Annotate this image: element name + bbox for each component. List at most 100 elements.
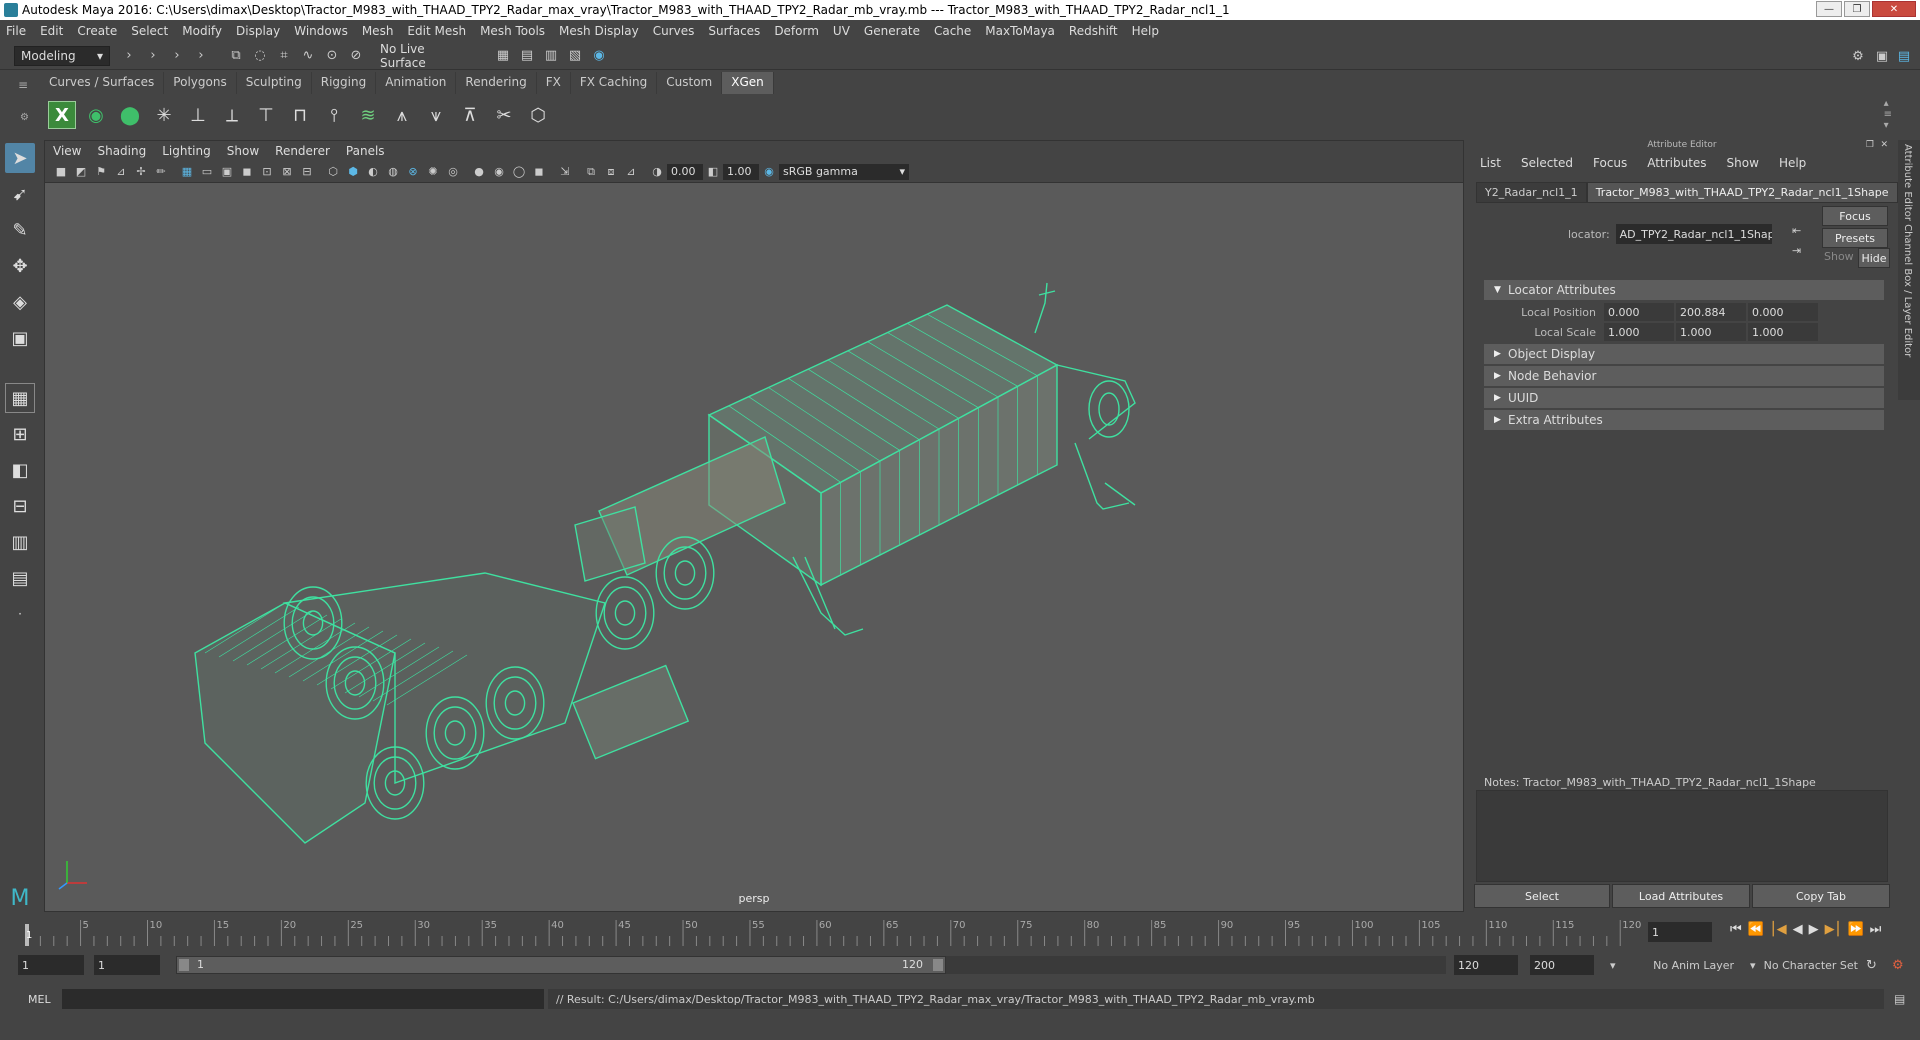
menu-select[interactable]: Select xyxy=(131,24,168,38)
snap-curve-icon[interactable]: ∿ xyxy=(299,47,317,65)
local-scale-y[interactable]: 1.000 xyxy=(1676,323,1746,341)
viewport-panel[interactable]: View Shading Lighting Show Renderer Pane… xyxy=(44,140,1464,912)
render-icon[interactable]: ▤ xyxy=(518,47,536,65)
tab-sculpting[interactable]: Sculpting xyxy=(236,72,312,94)
add-guides-icon[interactable]: ✳ xyxy=(150,101,178,129)
anti-aliasing-icon[interactable]: ◉ xyxy=(491,164,507,180)
section-uuid[interactable]: ▶ UUID xyxy=(1484,388,1884,408)
paint-select-icon[interactable]: ✎ xyxy=(5,215,35,245)
menu-cache[interactable]: Cache xyxy=(934,24,971,38)
step-back-frame-icon[interactable]: ⎮◀ xyxy=(1770,922,1787,937)
sculpt-guide-icon[interactable]: ⫯ xyxy=(320,101,348,129)
color-space-dropdown[interactable]: sRGB gamma ▾ xyxy=(779,163,909,180)
xgen-window-icon[interactable]: X xyxy=(48,101,76,129)
step-forward-key-icon[interactable]: ⏩ xyxy=(1847,922,1863,937)
snap-point-icon[interactable]: ⊙ xyxy=(323,47,341,65)
lasso-icon[interactable]: ◌ xyxy=(251,47,269,65)
close-panel-icon[interactable]: ✕ xyxy=(1880,140,1888,150)
menu-help[interactable]: Help xyxy=(1132,24,1159,38)
time-slider[interactable]: 5 10 15 20 25 30 35 40 45 50 55 60 65 70 75 80 85 90 95 100… xyxy=(0,914,1920,948)
attr-menu-list[interactable]: List xyxy=(1480,156,1501,170)
xgen-preview-icon[interactable]: ◉ xyxy=(82,101,110,129)
auto-key-icon[interactable]: ↻ xyxy=(1866,958,1877,973)
safe-action-icon[interactable]: ⊠ xyxy=(279,164,295,180)
xray-icon[interactable]: ⇲ xyxy=(557,164,573,180)
vp-menu-panels[interactable]: Panels xyxy=(346,144,385,158)
use-lights-icon[interactable]: ⊗ xyxy=(405,164,421,180)
menu-maxtomaya[interactable]: MaxToMaya xyxy=(985,24,1055,38)
grow-guides-icon[interactable]: ⩛ xyxy=(422,101,450,129)
new-scene-icon[interactable]: › xyxy=(144,47,162,65)
menu-surfaces[interactable]: Surfaces xyxy=(708,24,760,38)
menu-uv[interactable]: UV xyxy=(833,24,850,38)
close-button[interactable]: ✕ xyxy=(1872,1,1916,17)
vp-menu-show[interactable]: Show xyxy=(227,144,259,158)
anim-layer-dropdown[interactable]: ▾ No Anim Layer xyxy=(1604,955,1740,975)
textured-icon[interactable]: ◍ xyxy=(385,164,401,180)
menu-mesh-display[interactable]: Mesh Display xyxy=(559,24,639,38)
range-start-handle[interactable] xyxy=(179,959,189,971)
outliner-layout-icon[interactable]: ⊟ xyxy=(5,491,35,521)
rotate-guide-icon[interactable]: ⊤ xyxy=(252,101,280,129)
go-to-end-icon[interactable]: ⏭ xyxy=(1870,922,1882,937)
load-node-icon[interactable]: ⇥ xyxy=(1792,244,1801,257)
range-bar[interactable]: 1 120 xyxy=(176,956,946,974)
resolution-gate-icon[interactable]: ▣ xyxy=(219,164,235,180)
local-position-x[interactable]: 0.000 xyxy=(1604,303,1674,321)
grab-guides-icon[interactable]: ⩚ xyxy=(388,101,416,129)
command-input[interactable] xyxy=(62,989,544,1009)
attr-menu-show[interactable]: Show xyxy=(1727,156,1759,170)
exposure-icon[interactable]: ◑ xyxy=(649,164,665,180)
lasso-tool-icon[interactable]: ➹ xyxy=(5,179,35,209)
menu-mesh-tools[interactable]: Mesh Tools xyxy=(480,24,545,38)
hypershade-icon[interactable]: ◉ xyxy=(590,47,608,65)
gamma-icon[interactable]: ◧ xyxy=(705,164,721,180)
select-hierarchy-icon[interactable]: ⧉ xyxy=(227,47,245,65)
ipr-render-icon[interactable]: ▥ xyxy=(542,47,560,65)
single-perspective-layout-icon[interactable]: ▦ xyxy=(5,383,35,413)
rotate-tool-icon[interactable]: ◈ xyxy=(5,287,35,317)
menu-create[interactable]: Create xyxy=(77,24,117,38)
copy-tab-button[interactable]: Copy Tab xyxy=(1752,884,1890,908)
camera-attrs-icon[interactable]: ◩ xyxy=(73,164,89,180)
menu-set-toggle-icon[interactable]: › xyxy=(120,47,138,65)
safe-title-icon[interactable]: ⊟ xyxy=(299,164,315,180)
menu-redshift[interactable]: Redshift xyxy=(1069,24,1118,38)
field-chart-icon[interactable]: ⊡ xyxy=(259,164,275,180)
vp-menu-renderer[interactable]: Renderer xyxy=(275,144,330,158)
tab-xgen[interactable]: XGen xyxy=(722,72,774,94)
render-settings-icon[interactable]: ▧ xyxy=(566,47,584,65)
backface-icon[interactable]: ⊿ xyxy=(623,164,639,180)
cut-guides-icon[interactable]: ✂ xyxy=(490,101,518,129)
focus-node-icon[interactable]: ⇤ xyxy=(1792,224,1801,237)
shadows-icon[interactable]: ✺ xyxy=(425,164,441,180)
local-scale-x[interactable]: 1.000 xyxy=(1604,323,1674,341)
lock-guide-icon[interactable]: ⊓ xyxy=(286,101,314,129)
shelf-menu-icon[interactable]: ≡ xyxy=(18,78,28,92)
tab-polygons[interactable]: Polygons xyxy=(164,72,237,94)
xray-joints-icon[interactable]: ⧉ xyxy=(583,164,599,180)
menu-curves[interactable]: Curves xyxy=(653,24,695,38)
move-tool-icon[interactable]: ✥ xyxy=(5,251,35,281)
current-frame-field[interactable]: 1 xyxy=(1648,922,1712,942)
anim-prefs-icon[interactable]: ⚙ xyxy=(1892,958,1904,973)
tab-rendering[interactable]: Rendering xyxy=(456,72,537,94)
playback-start-field[interactable]: 1 xyxy=(94,955,160,975)
step-back-key-icon[interactable]: ⏪ xyxy=(1748,922,1764,937)
isolate-select-icon[interactable]: ◼ xyxy=(531,164,547,180)
menu-edit-mesh[interactable]: Edit Mesh xyxy=(407,24,466,38)
workspace-icon[interactable]: ⚙ xyxy=(1849,47,1867,65)
menu-generate[interactable]: Generate xyxy=(864,24,920,38)
focus-button[interactable]: Focus xyxy=(1822,206,1888,226)
place-guide-icon[interactable]: ⊥ xyxy=(184,101,212,129)
section-extra-attributes[interactable]: ▶ Extra Attributes xyxy=(1484,410,1884,430)
two-panel-layout-icon[interactable]: ◧ xyxy=(5,455,35,485)
attr-menu-help[interactable]: Help xyxy=(1779,156,1806,170)
tab-animation[interactable]: Animation xyxy=(376,72,457,94)
side-panel-tabs[interactable]: Attribute Editor Channel Box / Layer Edi… xyxy=(1898,140,1920,400)
motion-blur-icon[interactable]: ● xyxy=(471,164,487,180)
scene-end-field[interactable]: 200 xyxy=(1530,955,1594,975)
go-to-start-icon[interactable]: ⏮ xyxy=(1730,922,1742,937)
graph-layout-icon[interactable]: ▥ xyxy=(5,527,35,557)
film-gate-icon[interactable]: ▭ xyxy=(199,164,215,180)
